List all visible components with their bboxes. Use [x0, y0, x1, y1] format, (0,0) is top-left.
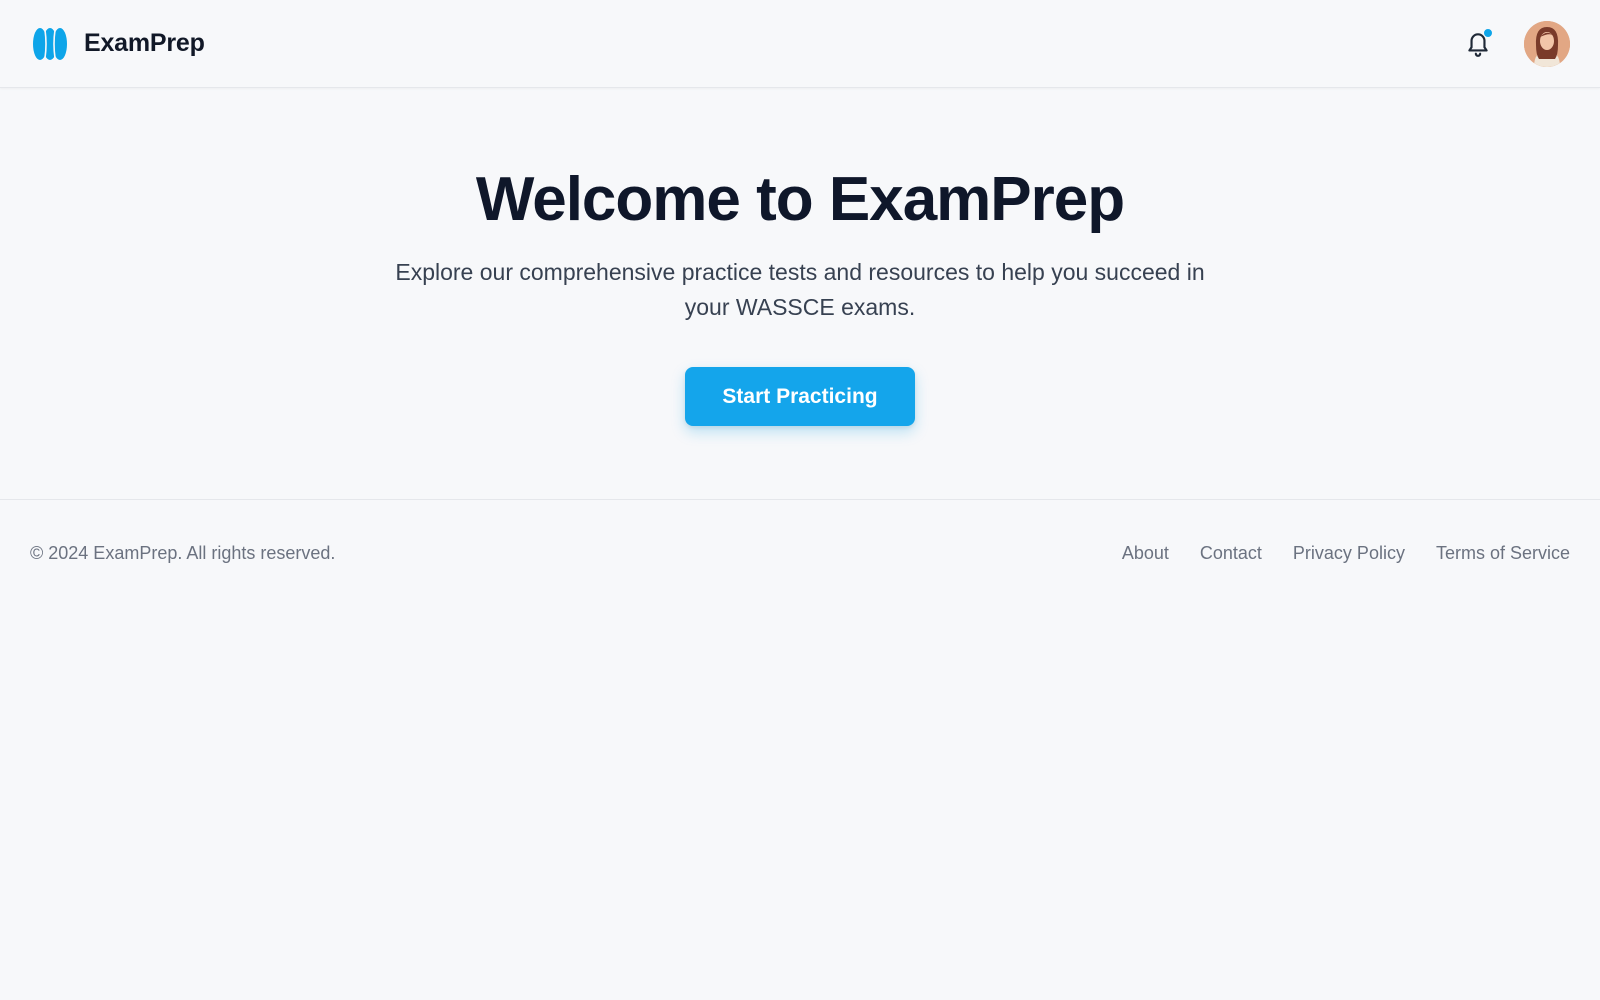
- footer-links: About Contact Privacy Policy Terms of Se…: [1122, 543, 1570, 564]
- copyright-text: © 2024 ExamPrep. All rights reserved.: [30, 542, 336, 563]
- hero-subtitle: Explore our comprehensive practice tests…: [395, 259, 1205, 321]
- avatar[interactable]: [1524, 20, 1570, 67]
- hero-title: Welcome to ExamPrep: [475, 165, 1125, 234]
- notification-badge: [1483, 27, 1493, 38]
- footer-link-about[interactable]: About: [1122, 543, 1169, 564]
- logo-icon: [33, 27, 67, 60]
- brand[interactable]: ExamPrep: [32, 26, 205, 62]
- footer-link-contact[interactable]: Contact: [1200, 543, 1262, 564]
- brand-name: ExamPrep: [84, 29, 205, 57]
- footer-link-terms-of-service[interactable]: Terms of Service: [1436, 543, 1570, 564]
- top-navigation-bar: ExamPrep: [0, 0, 1600, 88]
- footer-link-privacy-policy[interactable]: Privacy Policy: [1293, 543, 1405, 564]
- notifications-button[interactable]: [1462, 27, 1494, 60]
- hero-section: Welcome to ExamPrep Explore our comprehe…: [0, 88, 1600, 500]
- top-actions: [1462, 20, 1570, 67]
- start-practicing-button[interactable]: Start Practicing: [685, 367, 915, 427]
- user-avatar-icon: [1524, 20, 1570, 67]
- footer: © 2024 ExamPrep. All rights reserved. Ab…: [0, 500, 1600, 606]
